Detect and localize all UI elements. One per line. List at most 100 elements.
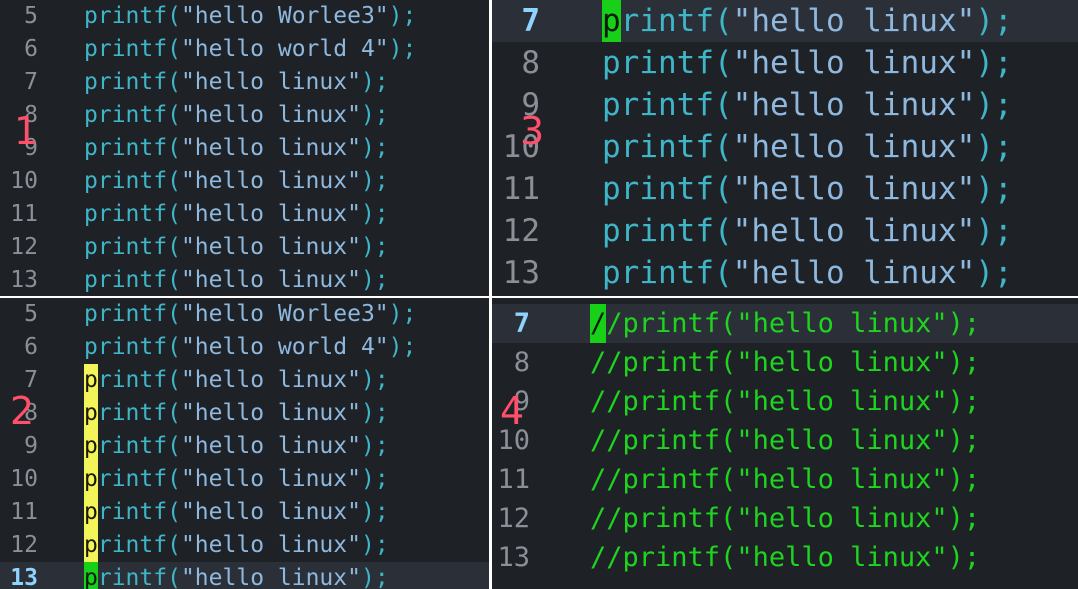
code-text[interactable]: printf("hello linux"); bbox=[84, 463, 389, 496]
code-text[interactable]: printf("hello linux"); bbox=[84, 529, 389, 562]
code-text[interactable]: printf("hello world 4"); bbox=[84, 331, 416, 364]
line-number: 9 bbox=[24, 433, 38, 459]
code-line[interactable]: 6 printf("hello world 4"); bbox=[0, 33, 489, 66]
code-keyword: //printf( bbox=[590, 542, 737, 573]
code-text[interactable]: printf("hello linux"); bbox=[84, 198, 389, 231]
code-line[interactable]: 12 //printf("hello linux"); bbox=[492, 499, 1078, 538]
code-text[interactable]: printf("hello Worlee3"); bbox=[84, 298, 416, 331]
code-punctuation: ); bbox=[947, 542, 981, 573]
line-number: 13 bbox=[502, 255, 540, 291]
code-keyword: printf( bbox=[84, 301, 181, 327]
code-punctuation: ); bbox=[975, 255, 1013, 291]
editor-pane-3[interactable]: 7 printf("hello linux"); 8 printf("hello li… bbox=[492, 0, 1078, 296]
code-keyword: printf( bbox=[602, 87, 733, 123]
code-line[interactable]: 7 printf("hello linux"); bbox=[492, 0, 1078, 42]
code-text[interactable]: printf("hello linux"); bbox=[602, 126, 1013, 168]
code-line[interactable]: 9 printf("hello linux"); bbox=[0, 132, 489, 165]
code-line[interactable]: 12 printf("hello linux"); bbox=[0, 231, 489, 264]
code-text[interactable]: //printf("hello linux"); bbox=[590, 343, 980, 382]
code-text[interactable]: printf("hello linux"); bbox=[602, 42, 1013, 84]
code-text[interactable]: //printf("hello linux"); bbox=[590, 304, 980, 343]
code-text[interactable]: printf("hello linux"); bbox=[602, 0, 1013, 42]
code-text[interactable]: printf("hello linux"); bbox=[602, 168, 1013, 210]
code-keyword: //printf( bbox=[590, 347, 737, 378]
code-text[interactable]: printf("hello linux"); bbox=[84, 165, 389, 198]
code-string: "hello linux" bbox=[736, 542, 948, 573]
code-string: "hello linux" bbox=[736, 347, 948, 378]
code-text[interactable]: //printf("hello linux"); bbox=[590, 460, 980, 499]
code-punctuation: ); bbox=[975, 171, 1013, 207]
code-text[interactable]: printf("hello linux"); bbox=[602, 84, 1013, 126]
code-line[interactable]: 6 printf("hello world 4"); bbox=[0, 331, 489, 364]
code-line[interactable]: 13 printf("hello linux"); bbox=[0, 264, 489, 296]
code-line[interactable]: 12 printf("hello linux"); bbox=[492, 210, 1078, 252]
code-text[interactable]: printf("hello linux"); bbox=[84, 364, 389, 397]
code-line[interactable]: 7 //printf("hello linux"); bbox=[492, 304, 1078, 343]
code-string: "hello linux" bbox=[736, 503, 948, 534]
code-text[interactable]: printf("hello linux"); bbox=[84, 562, 389, 589]
code-text[interactable]: //printf("hello linux"); bbox=[590, 538, 980, 577]
code-text[interactable]: printf("hello linux"); bbox=[84, 99, 389, 132]
code-line[interactable]: 11 printf("hello linux"); bbox=[0, 496, 489, 529]
code-line[interactable]: 13 printf("hello linux"); bbox=[0, 562, 489, 589]
code-line[interactable]: 8 printf("hello linux"); bbox=[0, 397, 489, 430]
code-line[interactable]: 11 printf("hello linux"); bbox=[0, 198, 489, 231]
code-keyword: printf( bbox=[84, 234, 181, 260]
line-number: 11 bbox=[502, 171, 540, 207]
editor-pane-2[interactable]: 5 printf("hello Worlee3"); 6 printf("hello … bbox=[0, 298, 489, 589]
cursor-block: / bbox=[590, 304, 607, 343]
code-keyword: printf( bbox=[84, 36, 181, 62]
code-line[interactable]: 10 printf("hello linux"); bbox=[492, 126, 1078, 168]
code-line[interactable]: 11 //printf("hello linux"); bbox=[492, 460, 1078, 499]
code-line[interactable]: 11 printf("hello linux"); bbox=[492, 168, 1078, 210]
code-line[interactable]: 8 printf("hello linux"); bbox=[492, 42, 1078, 84]
code-keyword: rintf( bbox=[97, 565, 181, 589]
code-text[interactable]: printf("hello linux"); bbox=[84, 397, 389, 430]
code-line[interactable]: 8 //printf("hello linux"); bbox=[492, 343, 1078, 382]
code-line[interactable]: 10//printf("hello linux"); bbox=[492, 421, 1078, 460]
code-line[interactable]: 12 printf("hello linux"); bbox=[0, 529, 489, 562]
editor-pane-4[interactable]: 7//printf("hello linux"); 8//printf("hell… bbox=[492, 298, 1078, 589]
code-text[interactable]: printf("hello Worlee3"); bbox=[84, 0, 416, 33]
code-text[interactable]: printf("hello linux"); bbox=[602, 252, 1013, 294]
code-text[interactable]: printf("hello linux"); bbox=[84, 132, 389, 165]
code-keyword: rintf( bbox=[97, 367, 181, 393]
code-line[interactable]: 13 printf("hello linux"); bbox=[492, 252, 1078, 294]
code-text[interactable]: printf("hello linux"); bbox=[84, 66, 389, 99]
code-text[interactable]: //printf("hello linux"); bbox=[590, 382, 980, 421]
code-punctuation: ); bbox=[360, 367, 389, 393]
code-string: "hello linux" bbox=[732, 87, 976, 123]
code-line[interactable]: 7 printf("hello linux"); bbox=[0, 364, 489, 397]
code-text[interactable]: printf("hello linux"); bbox=[84, 430, 389, 463]
cursor-block: p bbox=[84, 463, 98, 496]
code-text[interactable]: printf("hello linux"); bbox=[84, 264, 389, 296]
code-keyword: //printf( bbox=[590, 425, 737, 456]
code-keyword: printf( bbox=[84, 267, 181, 293]
code-punctuation: ); bbox=[388, 301, 417, 327]
editor-pane-1[interactable]: 5 printf("hello Worlee3"); 6 printf("hello … bbox=[0, 0, 489, 296]
code-text[interactable]: printf("hello linux"); bbox=[84, 231, 389, 264]
code-string: "hello linux" bbox=[180, 102, 361, 128]
code-text[interactable]: printf("hello linux"); bbox=[602, 210, 1013, 252]
code-text[interactable]: //printf("hello linux"); bbox=[590, 421, 980, 460]
code-line[interactable]: 13 //printf("hello linux"); bbox=[492, 538, 1078, 577]
code-line[interactable]: 5 printf("hello Worlee3"); bbox=[0, 0, 489, 33]
code-punctuation: ); bbox=[360, 466, 389, 492]
code-line[interactable]: 9 printf("hello linux"); bbox=[0, 430, 489, 463]
line-number: 6 bbox=[24, 334, 38, 360]
code-line[interactable]: 10 printf("hello linux"); bbox=[0, 165, 489, 198]
code-text[interactable]: //printf("hello linux"); bbox=[590, 499, 980, 538]
code-string: "hello linux" bbox=[180, 201, 361, 227]
code-line[interactable]: 5 printf("hello Worlee3"); bbox=[0, 298, 489, 331]
code-line[interactable]: 9 printf("hello linux"); bbox=[492, 84, 1078, 126]
code-string: "hello linux" bbox=[736, 464, 948, 495]
code-line[interactable]: 9//printf("hello linux"); bbox=[492, 382, 1078, 421]
code-keyword: rintf( bbox=[97, 499, 181, 525]
code-punctuation: ); bbox=[947, 308, 981, 339]
code-line[interactable]: 8 printf("hello linux"); bbox=[0, 99, 489, 132]
code-line[interactable]: 7 printf("hello linux"); bbox=[0, 66, 489, 99]
code-punctuation: ); bbox=[360, 267, 389, 293]
code-text[interactable]: printf("hello linux"); bbox=[84, 496, 389, 529]
code-text[interactable]: printf("hello world 4"); bbox=[84, 33, 416, 66]
code-line[interactable]: 10 printf("hello linux"); bbox=[0, 463, 489, 496]
